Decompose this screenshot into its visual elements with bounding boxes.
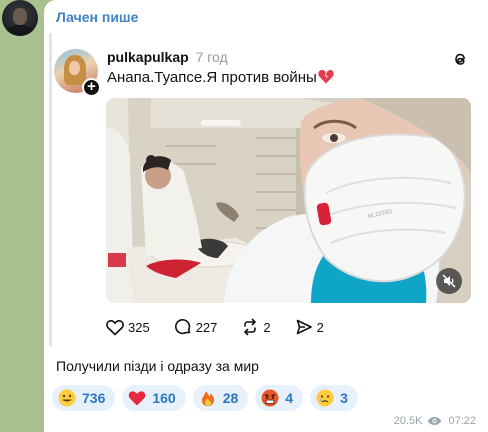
message-time: 07:22 — [448, 415, 476, 427]
reaction-count: 28 — [222, 390, 239, 406]
comment-button[interactable]: 227 — [174, 318, 218, 336]
repost-count: 2 — [263, 319, 271, 335]
reaction-heart[interactable]: 160 — [122, 385, 186, 411]
like-count: 325 — [128, 319, 150, 335]
angry-face-icon — [261, 389, 279, 407]
send-icon — [296, 319, 312, 335]
avatar-face — [13, 8, 27, 25]
post-video[interactable]: NL1103D — [106, 98, 471, 303]
threads-icon[interactable] — [450, 49, 470, 69]
reactions-bar: 736 160 28 4 3 — [52, 385, 365, 411]
sender-avatar[interactable] — [2, 0, 38, 36]
avatar-shoulders — [6, 25, 34, 36]
eye-icon — [428, 417, 442, 425]
reaction-count: 3 — [340, 390, 348, 406]
message-meta: 20.5K 07:22 — [394, 415, 476, 427]
message-bubble: Лачен пише + pulkapulkap 7 год Анапа.Туа… — [44, 0, 488, 432]
video-frame-image: NL1103D — [106, 98, 471, 303]
reaction-count: 160 — [152, 390, 176, 406]
repost-button[interactable]: 2 — [241, 318, 271, 336]
reaction-count: 736 — [82, 390, 106, 406]
author-name[interactable]: pulkapulkap — [107, 49, 189, 65]
view-count: 20.5K — [393, 415, 423, 427]
mute-button[interactable] — [436, 268, 462, 294]
like-button[interactable]: 325 — [106, 319, 150, 336]
repost-icon — [244, 318, 257, 336]
fire-icon — [201, 391, 214, 406]
sender-name[interactable]: Лачен пише — [56, 9, 138, 25]
reaction-count: 4 — [285, 390, 294, 406]
post-time: 7 год — [195, 49, 228, 65]
share-count: 2 — [316, 319, 324, 335]
post-text: Анапа.Туапсе.Я против войны — [107, 69, 334, 86]
reaction-grinning[interactable]: 736 — [52, 385, 116, 411]
follow-plus-icon[interactable]: + — [82, 78, 101, 97]
speaker-muted-icon — [442, 274, 456, 288]
post-actions: 325 227 2 2 — [106, 317, 348, 337]
grinning-face-icon — [58, 389, 76, 407]
author-line: pulkapulkap 7 год — [107, 49, 228, 65]
message-text: Получили пізди і одразу за мир — [56, 358, 259, 374]
heart-outline-icon — [106, 319, 124, 336]
crying-face-icon — [316, 389, 334, 407]
red-heart-icon — [129, 391, 146, 406]
avatar-face — [69, 61, 80, 75]
comment-icon — [174, 319, 191, 335]
broken-heart-icon — [318, 69, 334, 84]
reaction-crying[interactable]: 3 — [310, 385, 358, 411]
reaction-fire[interactable]: 28 — [192, 385, 249, 411]
post-text-content: Анапа.Туапсе.Я против войны — [107, 69, 317, 86]
embedded-post[interactable]: + pulkapulkap 7 год Анапа.Туапсе.Я проти… — [52, 38, 482, 344]
comment-count: 227 — [195, 319, 218, 335]
share-button[interactable]: 2 — [295, 318, 324, 336]
reaction-angry[interactable]: 4 — [255, 385, 304, 411]
